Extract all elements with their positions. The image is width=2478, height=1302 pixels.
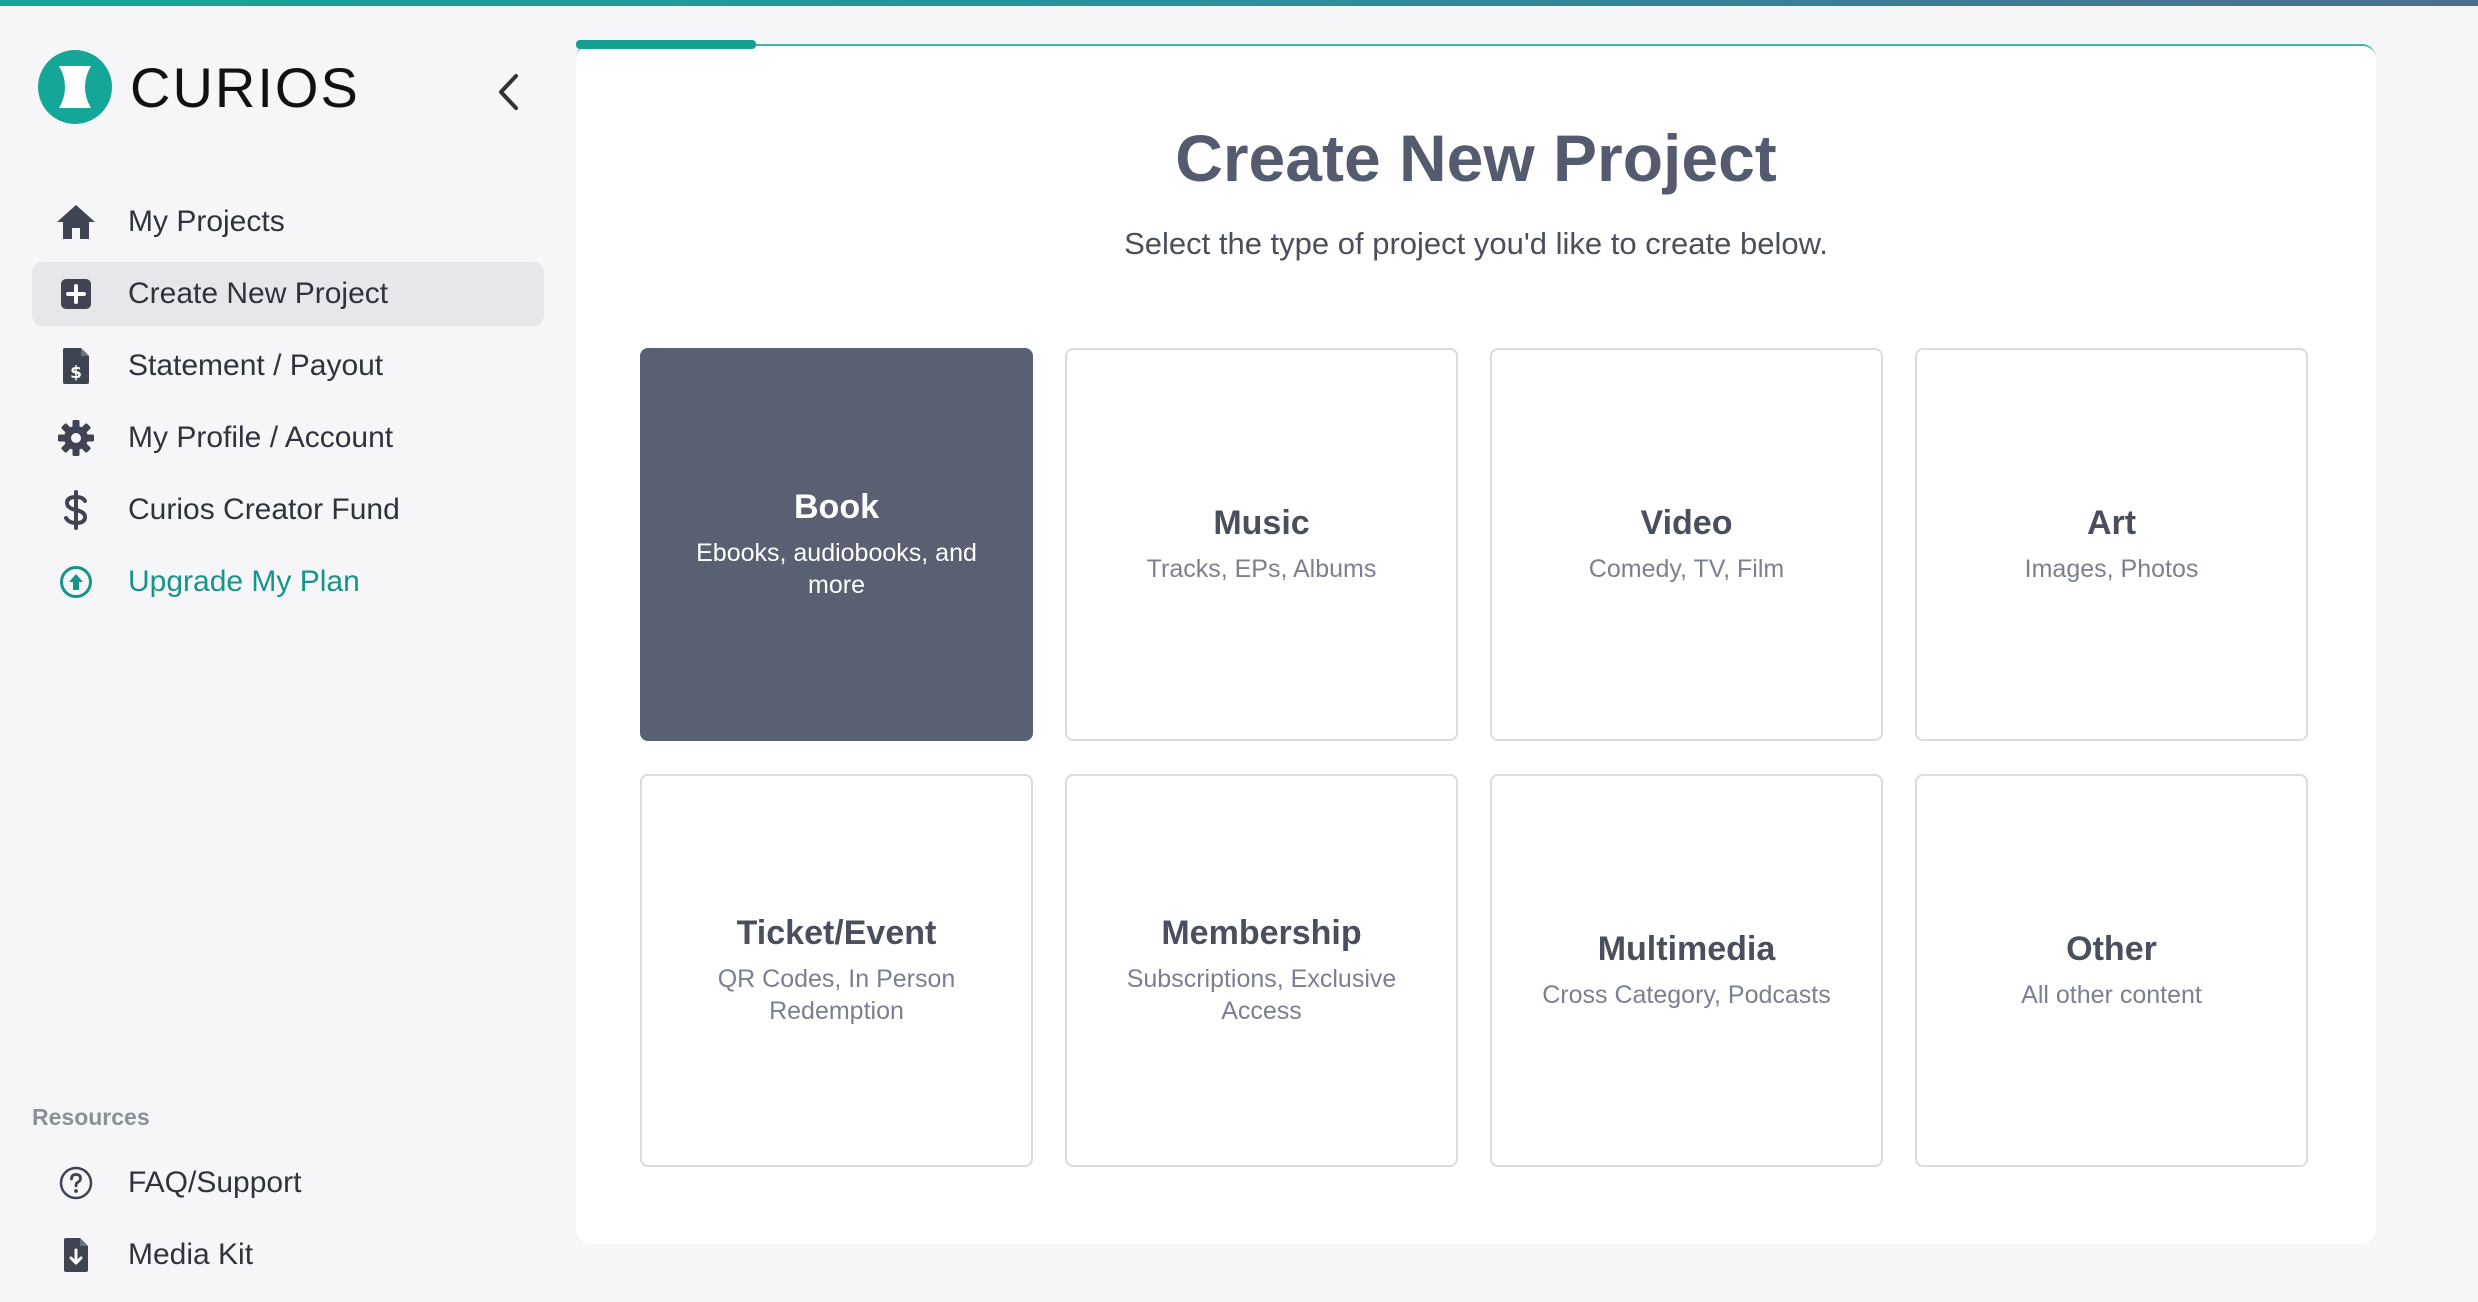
progress-indicator [576, 40, 756, 49]
sidebar-item-label: My Profile / Account [128, 421, 394, 454]
project-type-card-art[interactable]: Art Images, Photos [1915, 348, 2308, 741]
sidebar-item-label: FAQ/Support [128, 1166, 302, 1199]
project-type-card-membership[interactable]: Membership Subscriptions, Exclusive Acce… [1065, 774, 1458, 1167]
question-circle-icon [54, 1161, 98, 1205]
create-project-panel: Create New Project Select the type of pr… [576, 44, 2376, 1244]
project-type-card-video[interactable]: Video Comedy, TV, Film [1490, 348, 1883, 741]
card-subtitle: QR Codes, In Person Redemption [717, 965, 956, 1025]
home-icon [54, 200, 98, 244]
card-title: Multimedia [1597, 930, 1776, 968]
card-title: Art [2086, 504, 2137, 542]
resources-heading: Resources [32, 1104, 150, 1130]
sidebar-item-label: Curios Creator Fund [128, 493, 400, 526]
sidebar-item-faq-support[interactable]: FAQ/Support [32, 1150, 544, 1216]
sidebar-item-label: Upgrade My Plan [128, 565, 360, 598]
card-subtitle: Subscriptions, Exclusive Access [1126, 965, 1397, 1025]
sidebar-item-create-new-project[interactable]: Create New Project [32, 262, 544, 326]
card-subtitle: Tracks, EPs, Albums [1146, 555, 1377, 583]
sidebar-item-media-kit[interactable]: Media Kit [32, 1222, 544, 1288]
sidebar-nav: My Projects Create New Project $ Stateme… [32, 190, 544, 622]
project-type-card-ticket-event[interactable]: Ticket/Event QR Codes, In Person Redempt… [640, 774, 1033, 1167]
card-subtitle: Images, Photos [2024, 555, 2199, 583]
sidebar-item-my-projects[interactable]: My Projects [32, 190, 544, 254]
project-type-card-music[interactable]: Music Tracks, EPs, Albums [1065, 348, 1458, 741]
arrow-up-circle-icon [54, 560, 98, 604]
dollar-icon [54, 488, 98, 532]
sidebar-item-label: My Projects [128, 205, 285, 238]
card-title: Book [794, 488, 879, 526]
card-title: Ticket/Event [736, 914, 937, 952]
card-title: Membership [1161, 914, 1362, 952]
chevron-left-icon [499, 74, 518, 110]
card-subtitle: Comedy, TV, Film [1588, 555, 1785, 583]
plus-square-icon [54, 272, 98, 316]
card-title: Music [1213, 504, 1310, 542]
invoice-dollar-icon: $ [54, 344, 98, 388]
card-subtitle: Ebooks, audiobooks, and more [696, 539, 977, 599]
card-title: Other [2066, 930, 2157, 968]
page-title: Create New Project [1175, 121, 1777, 195]
collapse-sidebar-button[interactable] [488, 68, 528, 116]
card-subtitle: All other content [2021, 981, 2202, 1009]
sidebar-item-upgrade-my-plan[interactable]: Upgrade My Plan [32, 550, 544, 614]
sidebar: CURIOS My Projects Create New Project $ … [0, 6, 575, 1302]
sidebar-item-label: Media Kit [128, 1238, 254, 1271]
curios-logo-icon [38, 50, 112, 124]
sidebar-item-my-profile-account[interactable]: My Profile / Account [32, 406, 544, 470]
sidebar-item-statement-payout[interactable]: $ Statement / Payout [32, 334, 544, 398]
svg-text:$: $ [70, 363, 82, 383]
card-subtitle: Cross Category, Podcasts [1542, 981, 1831, 1009]
project-type-grid: Book Ebooks, audiobooks, and more Music … [640, 348, 2308, 1167]
sidebar-item-label: Statement / Payout [128, 349, 384, 382]
card-title: Video [1640, 504, 1733, 542]
logo[interactable]: CURIOS [38, 50, 360, 124]
project-type-card-other[interactable]: Other All other content [1915, 774, 2308, 1167]
resources-nav: FAQ/Support Media Kit [32, 1150, 544, 1294]
gear-icon [54, 416, 98, 460]
sidebar-item-curios-creator-fund[interactable]: Curios Creator Fund [32, 478, 544, 542]
sidebar-item-label: Create New Project [128, 277, 389, 310]
file-download-icon [54, 1233, 98, 1277]
project-type-card-book[interactable]: Book Ebooks, audiobooks, and more [640, 348, 1033, 741]
project-type-card-multimedia[interactable]: Multimedia Cross Category, Podcasts [1490, 774, 1883, 1167]
logo-text: CURIOS [130, 55, 360, 119]
page-subtitle: Select the type of project you'd like to… [1124, 226, 1828, 261]
